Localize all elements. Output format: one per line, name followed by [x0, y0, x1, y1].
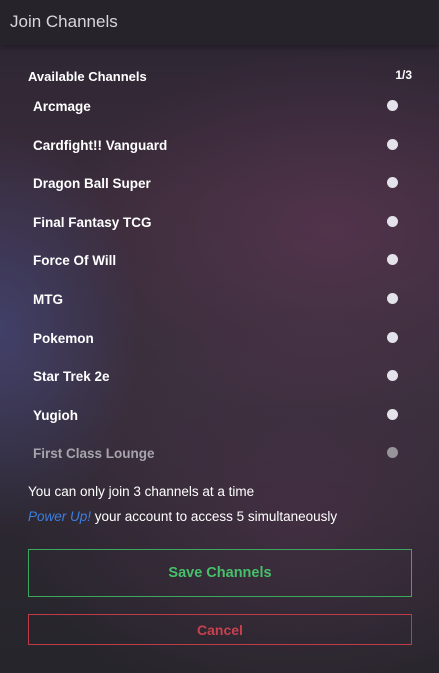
channel-item-star-trek-2e[interactable]: Star Trek 2e — [0, 357, 439, 396]
channel-item-first-class-lounge: First Class Lounge — [0, 434, 439, 473]
channel-label: Cardfight!! Vanguard — [33, 137, 168, 153]
channel-item-final-fantasy-tcg[interactable]: Final Fantasy TCG — [0, 203, 439, 242]
powerup-link[interactable]: Power Up! — [28, 509, 91, 524]
radio-dot-icon[interactable] — [387, 177, 398, 189]
channel-list: Arcmage Cardfight!! Vanguard Dragon Ball… — [0, 87, 439, 473]
channel-label: Final Fantasy TCG — [33, 214, 152, 230]
channel-label: First Class Lounge — [33, 446, 155, 462]
save-channels-button[interactable]: Save Channels — [28, 549, 412, 597]
channel-count: 1/3 — [395, 68, 412, 82]
radio-dot-icon[interactable] — [387, 100, 398, 111]
radio-dot-icon[interactable] — [387, 292, 398, 304]
cancel-button[interactable]: Cancel — [28, 614, 412, 645]
modal-header: Join Channels — [0, 0, 439, 45]
radio-dot-icon — [387, 447, 398, 459]
channel-item-dragon-ball-super[interactable]: Dragon Ball Super — [0, 164, 439, 203]
channel-label: Arcmage — [33, 99, 91, 114]
radio-dot-icon[interactable] — [387, 254, 398, 266]
channel-item-cardfight-vanguard[interactable]: Cardfight!! Vanguard — [0, 126, 439, 165]
modal-title: Join Channels — [10, 12, 118, 31]
channel-label: Star Trek 2e — [33, 369, 110, 385]
channel-label: Dragon Ball Super — [33, 176, 151, 192]
channel-limit-note: You can only join 3 channels at a time — [28, 484, 255, 499]
radio-dot-icon[interactable] — [387, 408, 398, 420]
channel-label: Yugioh — [33, 407, 78, 423]
channel-label: Pokemon — [33, 330, 94, 346]
radio-dot-icon[interactable] — [387, 138, 398, 150]
available-channels-heading: Available Channels — [28, 69, 147, 84]
channel-item-yugioh[interactable]: Yugioh — [0, 396, 439, 435]
channel-label: MTG — [33, 291, 63, 307]
channel-label: Force Of Will — [33, 253, 117, 269]
radio-dot-icon[interactable] — [387, 331, 398, 343]
channel-item-pokemon[interactable]: Pokemon — [0, 319, 439, 358]
channel-item-arcmage[interactable]: Arcmage — [0, 87, 439, 126]
powerup-note-text: your account to access 5 simultaneously — [91, 509, 338, 524]
radio-dot-icon[interactable] — [387, 370, 398, 382]
channel-item-force-of-will[interactable]: Force Of Will — [0, 241, 439, 280]
channel-item-mtg[interactable]: MTG — [0, 280, 439, 319]
powerup-note: Power Up! your account to access 5 simul… — [28, 509, 337, 524]
radio-dot-icon[interactable] — [387, 215, 398, 227]
